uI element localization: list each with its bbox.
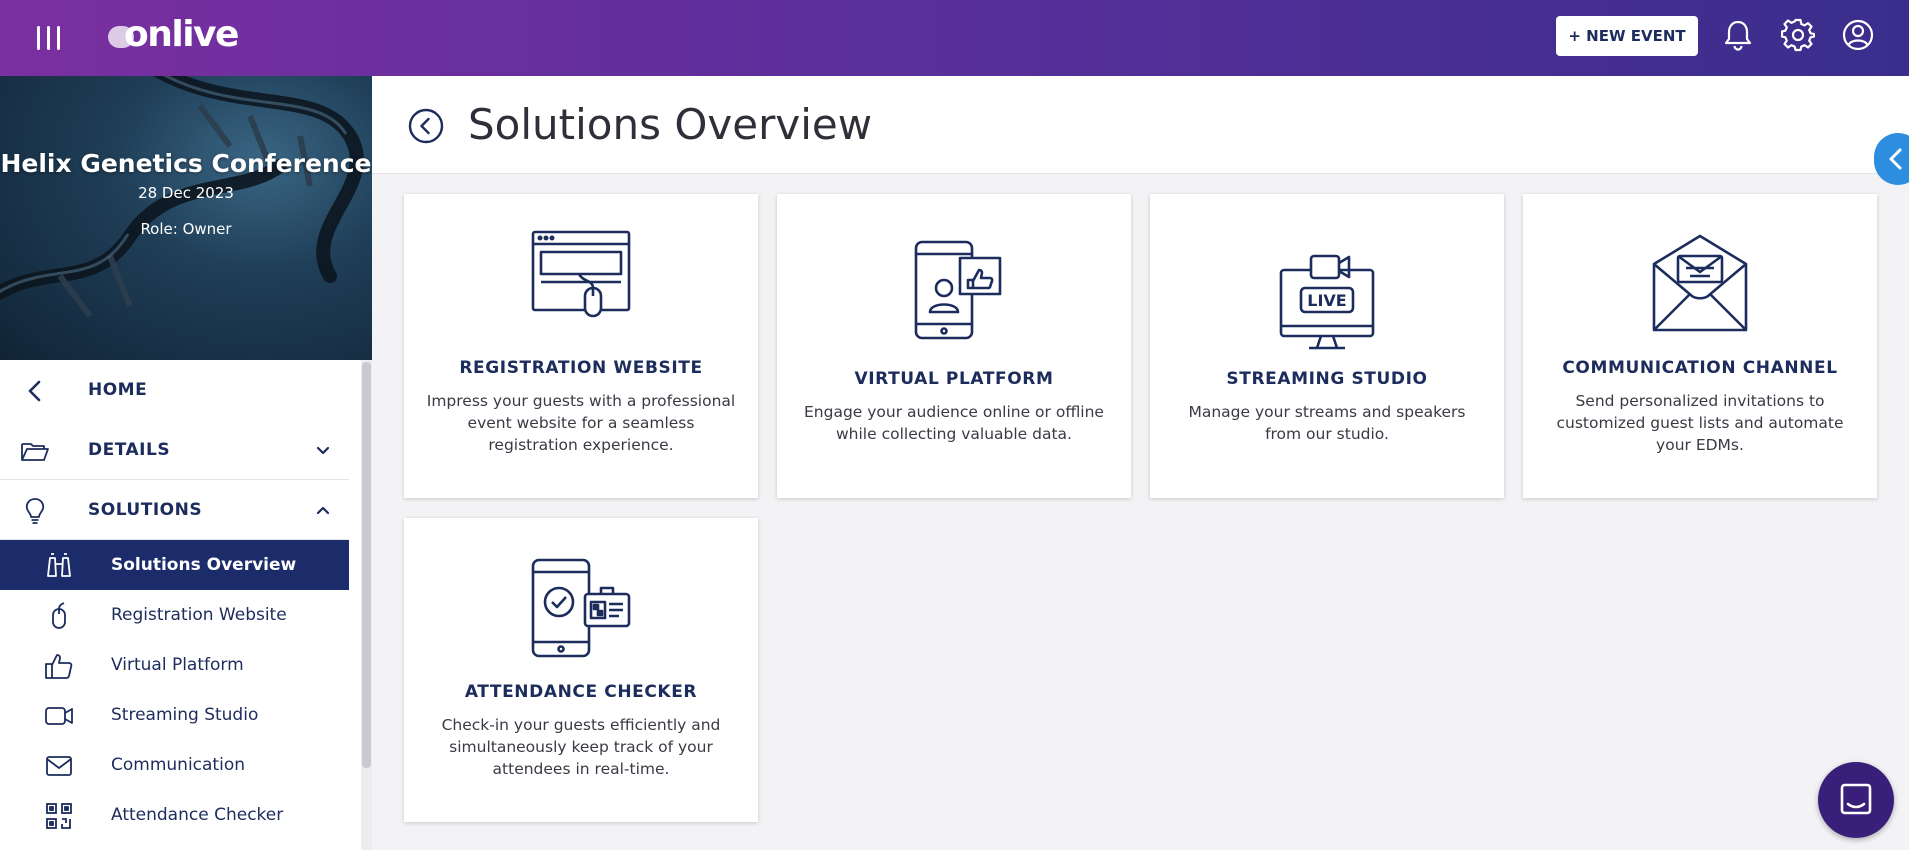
sidebar-item-label: Solutions Overview [111,555,297,575]
thumbs-up-icon [45,654,73,679]
onlive-logo[interactable]: onlive [108,14,239,55]
sidebar-item-label: DETAILS [88,439,171,460]
event-date: 28 Dec 2023 [138,184,234,202]
sidebar-item-solutions-overview[interactable]: Solutions Overview [0,540,349,590]
sidebar-item-home[interactable]: HOME [0,360,349,420]
page-title: Solutions Overview [468,100,873,149]
user-account-icon[interactable] [1841,18,1875,52]
sidebar: Helix Genetics Conference 28 Dec 2023 Ro… [0,76,372,850]
side-panel-toggle[interactable] [1874,133,1909,185]
qr-code-icon [46,803,72,829]
svg-text:LIVE: LIVE [1307,291,1346,310]
card-description: Send personalized invitations to customi… [1556,392,1844,454]
chat-icon [1840,783,1872,815]
binoculars-icon [47,553,71,577]
chevron-down-icon[interactable] [312,442,334,460]
envelope-icon [46,756,72,776]
sidebar-item-label: Virtual Platform [111,655,244,675]
sidebar-item-label: Attendance Checker [111,805,284,825]
solution-card-communication-channel[interactable]: COMMUNICATION CHANNEL Send personalized … [1523,194,1877,498]
sidebar-item-label: Communication [111,755,245,775]
card-description: Check-in your guests efficiently and sim… [441,716,721,778]
sidebar-nav: HOME DETAILS SOLUTIONS Solutions Overvie… [0,360,349,840]
folder-open-icon [21,443,49,461]
sidebar-item-solutions[interactable]: SOLUTIONS [0,480,349,540]
bell-icon[interactable] [1721,18,1755,52]
page-header: Solutions Overview [372,76,1909,185]
solution-card-streaming-studio[interactable]: LIVE STREAMING STUDIO Manage your stream… [1150,194,1504,498]
card-title: VIRTUAL PLATFORM [854,369,1054,389]
sidebar-item-attendance-checker[interactable]: Attendance Checker [0,790,349,840]
website-mouse-icon [531,230,631,318]
phone-check-badge-icon [531,558,631,658]
card-description: Impress your guests with a professional … [426,392,736,454]
lightbulb-icon [25,498,45,524]
sidebar-item-virtual-platform[interactable]: Virtual Platform [0,640,349,690]
chat-launcher-button[interactable] [1818,762,1894,838]
top-bar: onlive + NEW EVENT [0,0,1909,76]
gear-icon[interactable] [1780,18,1816,52]
solution-card-virtual-platform[interactable]: VIRTUAL PLATFORM Engage your audience on… [777,194,1131,498]
solution-card-registration-website[interactable]: REGISTRATION WEBSITE Impress your guests… [404,194,758,498]
sidebar-item-label: Registration Website [111,605,287,625]
card-description: Engage your audience online or offline w… [804,403,1104,443]
card-description: Manage your streams and speakers from ou… [1188,403,1466,443]
chevron-left-icon [28,380,41,402]
mouse-icon [52,602,66,629]
video-camera-icon [45,707,73,725]
event-title: Helix Genetics Conference [0,149,372,178]
event-hero-banner: Helix Genetics Conference 28 Dec 2023 Ro… [0,76,372,360]
sidebar-item-label: SOLUTIONS [88,499,203,520]
sidebar-item-label: Streaming Studio [111,705,259,725]
sidebar-item-registration-website[interactable]: Registration Website [0,590,349,640]
sidebar-item-details[interactable]: DETAILS [0,420,349,480]
sidebar-item-streaming-studio[interactable]: Streaming Studio [0,690,349,740]
card-title: STREAMING STUDIO [1226,369,1428,389]
solution-card-attendance-checker[interactable]: ATTENDANCE CHECKER Check-in your guests … [404,518,758,822]
sidebar-item-communication[interactable]: Communication [0,740,349,790]
live-monitor-icon: LIVE [1279,254,1375,350]
card-title: COMMUNICATION CHANNEL [1562,358,1838,378]
phone-like-icon [914,240,1002,340]
card-title: ATTENDANCE CHECKER [464,682,698,702]
sidebar-scrollbar-thumb[interactable] [362,362,371,768]
open-envelope-icon [1652,234,1748,332]
apps-menu-icon[interactable] [30,20,66,56]
back-arrow-icon[interactable] [407,107,445,145]
sidebar-item-label: HOME [88,380,148,400]
card-title: REGISTRATION WEBSITE [459,358,703,378]
chevron-left-icon [1889,148,1902,170]
main-content: Solutions Overview REGISTRATION WEBSITE … [372,76,1909,850]
chevron-up-icon[interactable] [312,502,334,520]
event-role: Role: Owner [140,220,232,238]
new-event-button[interactable]: + NEW EVENT [1556,16,1698,56]
